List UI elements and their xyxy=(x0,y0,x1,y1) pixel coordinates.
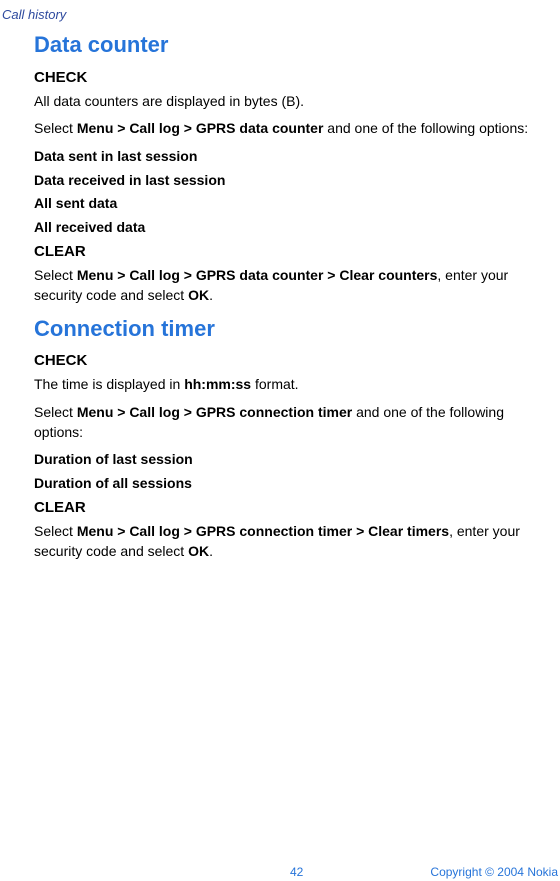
option-item: Data received in last session xyxy=(34,171,530,191)
text: Select xyxy=(34,120,77,136)
option-item: Duration of last session xyxy=(34,450,530,470)
nav-instruction: Select Menu > Call log > GPRS connection… xyxy=(34,403,530,442)
subheading-clear: CLEAR xyxy=(34,241,530,262)
page-number: 42 xyxy=(290,864,303,881)
nav-instruction: Select Menu > Call log > GPRS data count… xyxy=(34,266,530,305)
option-item: Data sent in last session xyxy=(34,147,530,167)
text: Select xyxy=(34,523,77,539)
subheading-clear: CLEAR xyxy=(34,497,530,518)
heading-connection-timer: Connection timer xyxy=(34,314,530,345)
subheading-check: CHECK xyxy=(34,350,530,371)
subheading-check: CHECK xyxy=(34,67,530,88)
text: . xyxy=(209,287,213,303)
option-item: Duration of all sessions xyxy=(34,474,530,494)
menu-path: Menu > Call log > GPRS connection timer xyxy=(77,404,352,420)
section-header: Call history xyxy=(2,6,66,24)
text: format. xyxy=(251,376,298,392)
menu-path: Menu > Call log > GPRS connection timer … xyxy=(77,523,449,539)
text: . xyxy=(209,543,213,559)
option-item: All received data xyxy=(34,218,530,238)
nav-instruction: Select Menu > Call log > GPRS connection… xyxy=(34,522,530,561)
text: The time is displayed in xyxy=(34,376,184,392)
nav-instruction: Select Menu > Call log > GPRS data count… xyxy=(34,119,530,139)
time-format: hh:mm:ss xyxy=(184,376,251,392)
copyright-text: Copyright © 2004 Nokia xyxy=(430,864,558,881)
menu-path: Menu > Call log > GPRS data counter > Cl… xyxy=(77,267,438,283)
text: Select xyxy=(34,267,77,283)
option-item: All sent data xyxy=(34,194,530,214)
text: and one of the following options: xyxy=(323,120,528,136)
text: Select xyxy=(34,404,77,420)
body-text: All data counters are displayed in bytes… xyxy=(34,92,530,112)
ok-label: OK xyxy=(188,543,209,559)
body-text: The time is displayed in hh:mm:ss format… xyxy=(34,375,530,395)
heading-data-counter: Data counter xyxy=(34,30,530,61)
menu-path: Menu > Call log > GPRS data counter xyxy=(77,120,324,136)
ok-label: OK xyxy=(188,287,209,303)
page-content: Data counter CHECK All data counters are… xyxy=(0,0,530,562)
